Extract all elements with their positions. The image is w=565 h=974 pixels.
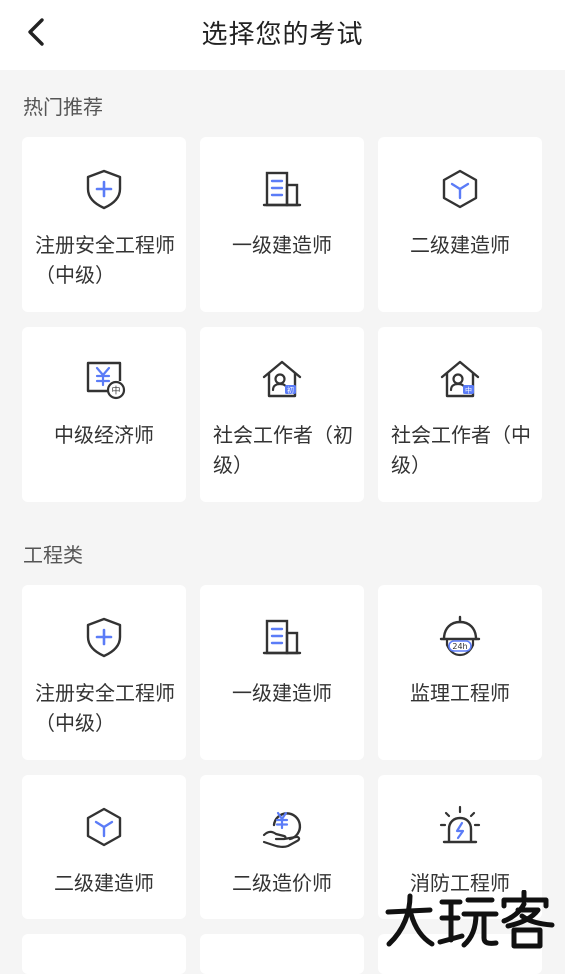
section-title-engineering: 工程类 <box>23 543 83 567</box>
house-person-icon: 初 <box>260 357 304 401</box>
house-person-icon: 中 <box>438 357 482 401</box>
hexagon-box-icon <box>82 805 126 849</box>
exam-card-economist[interactable]: 中 中级经济师 <box>22 327 186 502</box>
section-title-hot: 热门推荐 <box>23 95 103 119</box>
exam-card-first-constructor[interactable]: 一级建造师 <box>200 585 364 760</box>
exam-card-safety-engineer[interactable]: 注册安全工程师（中级） <box>22 585 186 760</box>
page-title: 选择您的考试 <box>201 20 364 50</box>
exam-card-second-constructor[interactable]: 二级建造师 <box>22 775 186 919</box>
helmet-badge: 24h <box>452 642 467 651</box>
shield-plus-icon <box>82 615 126 659</box>
exam-card-label: 消防工程师 <box>410 871 510 895</box>
exam-card-label: 二级造价师 <box>232 871 332 895</box>
exam-card-label: 一级建造师 <box>232 681 332 705</box>
exam-card-label: 社会工作者（初级） <box>213 423 353 477</box>
alarm-light-icon <box>438 805 482 849</box>
exam-card-label: 监理工程师 <box>410 681 510 705</box>
exam-card-label: 一级建造师 <box>232 233 332 257</box>
shield-plus-icon <box>82 167 126 211</box>
exam-card-label: 注册安全工程师（中级） <box>35 233 175 287</box>
exam-card-label: 注册安全工程师（中级） <box>35 681 175 735</box>
hexagon-box-icon <box>438 167 482 211</box>
helmet-24h-icon: 24h <box>438 615 482 659</box>
yuan-board-icon: 中 <box>82 357 126 401</box>
exam-card-label: 社会工作者（中级） <box>391 423 531 477</box>
hand-yuan-icon <box>260 805 304 849</box>
exam-card-social-worker-intermediate[interactable]: 中 社会工作者（中级） <box>378 327 542 502</box>
level-badge: 初 <box>287 386 294 395</box>
exam-card-label: 中级经济师 <box>54 423 154 447</box>
svg-text:中: 中 <box>111 385 120 397</box>
building-icon <box>260 167 304 211</box>
top-bar: 选择您的考试 <box>0 0 565 70</box>
exam-card-fire-engineer[interactable]: 消防工程师 <box>378 775 542 919</box>
building-icon <box>260 615 304 659</box>
exam-card-label: 二级建造师 <box>54 871 154 895</box>
exam-card-partial[interactable] <box>378 934 542 974</box>
exam-card-second-constructor[interactable]: 二级建造师 <box>378 137 542 312</box>
exam-card-safety-engineer[interactable]: 注册安全工程师（中级） <box>22 137 186 312</box>
exam-card-first-constructor[interactable]: 一级建造师 <box>200 137 364 312</box>
exam-card-social-worker-junior[interactable]: 初 社会工作者（初级） <box>200 327 364 502</box>
exam-card-partial[interactable] <box>22 934 186 974</box>
exam-card-supervision-engineer[interactable]: 24h 监理工程师 <box>378 585 542 760</box>
exam-card-cost-engineer[interactable]: 二级造价师 <box>200 775 364 919</box>
level-badge: 中 <box>465 386 472 395</box>
exam-card-label: 二级建造师 <box>410 233 510 257</box>
exam-card-partial[interactable] <box>200 934 364 974</box>
